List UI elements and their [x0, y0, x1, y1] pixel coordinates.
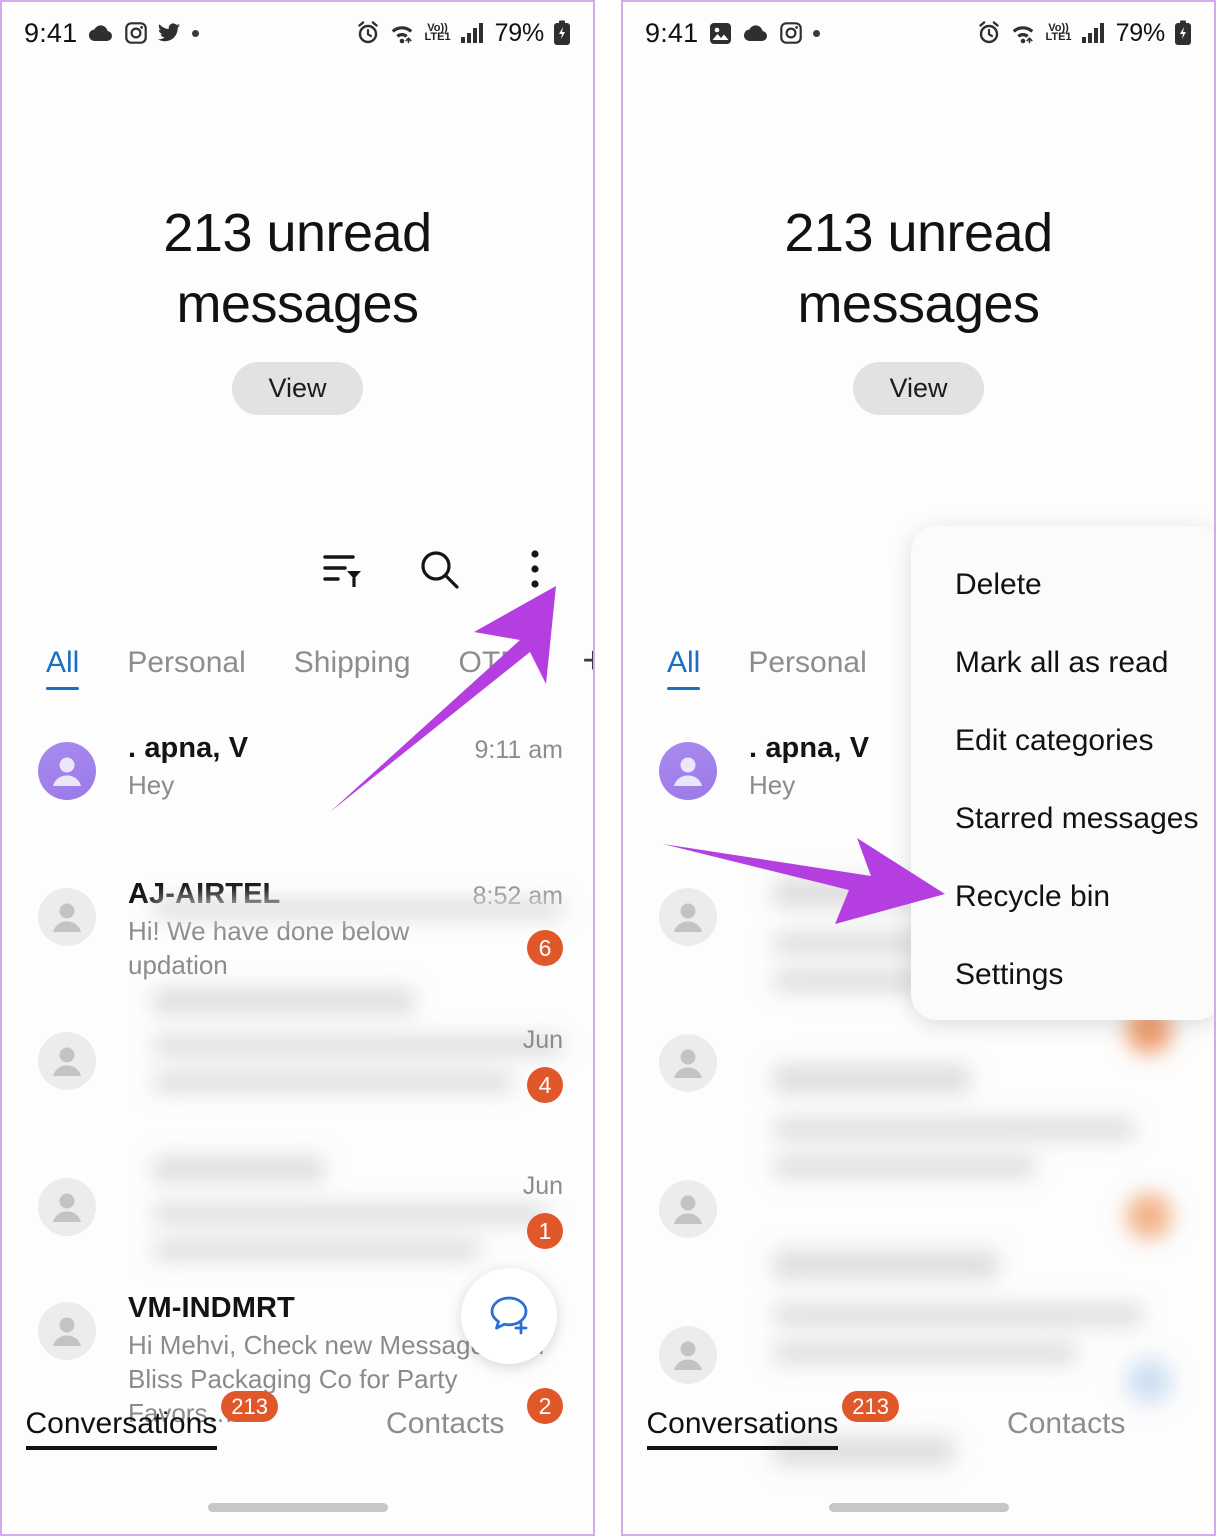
bottom-nav-label: Conversations: [25, 1407, 217, 1450]
status-bar-left: 9:41 Vo)) LTE1 79%: [2, 2, 593, 64]
notification-dot-icon: [192, 29, 200, 37]
menu-item-mark-all-as-read[interactable]: Mark all as read: [911, 624, 1214, 702]
more-vertical-icon[interactable]: [509, 543, 561, 595]
avatar: [38, 1032, 96, 1090]
bottom-nav-contacts[interactable]: Contacts: [919, 1407, 1215, 1450]
bottom-nav-label: Conversations: [646, 1407, 838, 1450]
conversation-time: Jun: [522, 1172, 563, 1200]
conversation-time: Jun: [522, 1026, 563, 1054]
avatar: [38, 742, 96, 800]
screenshot-stage: 9:41 Vo)) LTE1 79% 213 unread messages V…: [0, 0, 1219, 1536]
bottom-nav-label: Contacts: [386, 1406, 505, 1440]
tab-otp[interactable]: OTP: [459, 646, 521, 690]
overflow-menu[interactable]: Delete Mark all as read Edit categories …: [911, 526, 1214, 1020]
status-time: 9:41: [24, 17, 78, 48]
home-indicator: [828, 1503, 1009, 1512]
status-bar-left-icons: 9:41: [24, 17, 200, 49]
signal-icon: [460, 22, 486, 44]
table-row[interactable]: . apna, V Hey 9:11 am: [2, 728, 593, 874]
tab-personal[interactable]: Personal: [127, 646, 245, 690]
bottom-nav-label: Contacts: [1007, 1406, 1126, 1440]
unread-count-title: 213 unread messages: [163, 203, 432, 334]
tab-shipping[interactable]: Shipping: [294, 646, 411, 690]
sort-filter-icon[interactable]: [317, 543, 369, 595]
search-icon[interactable]: [413, 543, 465, 595]
table-row[interactable]: Jun 4: [2, 1018, 593, 1164]
phone-screen-left: 9:41 Vo)) LTE1 79% 213 unread messages V…: [0, 0, 595, 1536]
unread-header-left: 213 unread messages View: [2, 198, 593, 415]
avatar: [38, 1302, 96, 1360]
toolbar-left: [317, 543, 561, 595]
row-meta: Jun 4: [523, 1018, 563, 1103]
bottom-nav-right: Conversations 213 Contacts: [623, 1384, 1214, 1472]
category-tabs-left: All Personal Shipping OTP +: [2, 642, 593, 708]
unread-badge: 1: [527, 1213, 563, 1249]
avatar: [38, 1178, 96, 1236]
row-meta: 6: [527, 918, 563, 966]
twitter-icon: [158, 23, 181, 43]
unread-badge: 4: [527, 1067, 563, 1103]
volte-icon: Vo)) LTE1: [424, 22, 451, 43]
unread-badge: 6: [527, 930, 563, 966]
bottom-nav-left: Conversations 213 Contacts: [2, 1384, 593, 1472]
tab-all[interactable]: All: [46, 646, 80, 690]
battery-icon: [553, 20, 571, 46]
row-meta: Jun 1: [523, 1164, 563, 1249]
wifi-icon: [389, 22, 415, 44]
menu-item-starred-messages[interactable]: Starred messages: [911, 780, 1214, 858]
alarm-icon: [356, 21, 380, 45]
menu-item-recycle-bin[interactable]: Recycle bin: [911, 858, 1214, 936]
bottom-nav-conversations[interactable]: Conversations 213: [623, 1390, 919, 1450]
conversation-name: . apna, V: [128, 732, 249, 764]
instagram-icon: [125, 22, 148, 44]
status-bar-right-icons: Vo)) LTE1 79%: [356, 19, 571, 48]
home-indicator: [207, 1503, 388, 1512]
cloud-icon: [88, 23, 114, 43]
menu-item-settings[interactable]: Settings: [911, 936, 1214, 1014]
battery-percent-label: 79%: [494, 18, 545, 47]
bottom-nav-contacts[interactable]: Contacts: [298, 1407, 594, 1450]
phone-screen-right: 9:41 Vo)) LTE1 79% 213 unread messages V…: [621, 0, 1216, 1536]
bottom-nav-conversations[interactable]: Conversations 213: [2, 1390, 298, 1450]
new-message-icon[interactable]: [461, 1268, 557, 1364]
conversation-time: 9:11 am: [474, 736, 563, 764]
menu-item-delete[interactable]: Delete: [911, 546, 1214, 624]
conversation-snippet: Hey: [128, 770, 175, 800]
row-meta: 9:11 am: [475, 728, 563, 765]
row-content: . apna, V Hey: [96, 728, 475, 802]
unread-badge: 213: [221, 1390, 278, 1422]
menu-item-edit-categories[interactable]: Edit categories: [911, 702, 1214, 780]
add-category-button[interactable]: +: [582, 642, 593, 680]
view-button[interactable]: View: [232, 362, 363, 415]
unread-badge: 213: [842, 1390, 899, 1422]
